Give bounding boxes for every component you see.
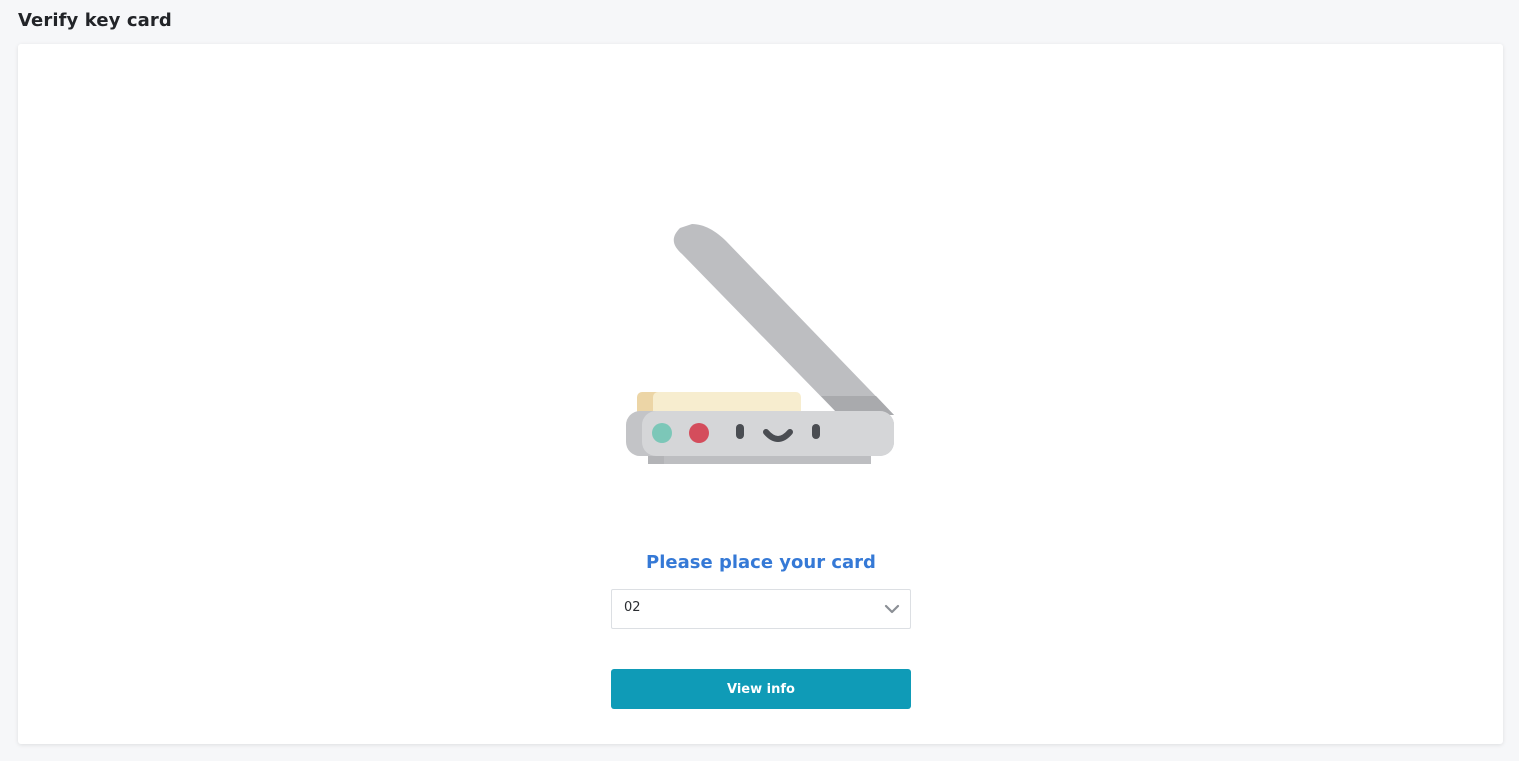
card-reader-select-value: 02 (624, 600, 641, 615)
view-info-button[interactable]: View info (611, 669, 911, 709)
card-scanner-icon (626, 224, 894, 464)
chevron-down-icon (884, 604, 900, 614)
place-card-prompt: Please place your card (646, 552, 876, 573)
card-reader-select[interactable]: 02 (611, 589, 911, 629)
page-title: Verify key card (18, 10, 172, 31)
verify-card-panel: Please place your card 02 View info (18, 44, 1503, 744)
